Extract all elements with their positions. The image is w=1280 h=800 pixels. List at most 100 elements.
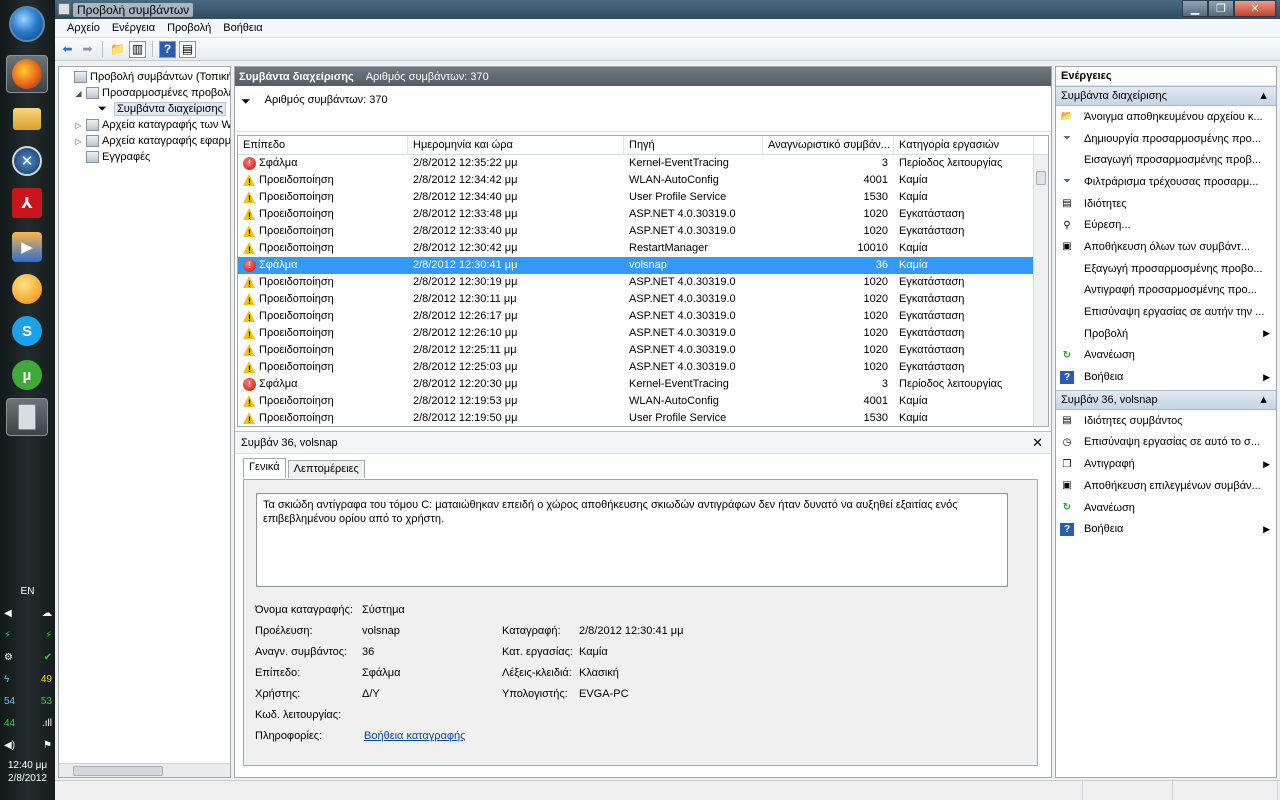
column-level[interactable]: Επίπεδο — [238, 136, 408, 154]
action-item[interactable]: ↻ Ανανέωση — [1056, 345, 1276, 367]
scrollbar-thumb[interactable] — [1036, 171, 1046, 185]
menu-help[interactable]: Βοήθεια — [217, 22, 268, 34]
event-row[interactable]: ! Προειδοποίηση 2/8/2012 12:26:10 μμ ASP.NE… — [238, 325, 1048, 342]
network2-icon[interactable]: ⚡ — [45, 630, 52, 641]
column-source[interactable]: Πηγή — [624, 136, 763, 154]
event-row[interactable]: ! Προειδοποίηση 2/8/2012 12:26:17 μμ ASP.NE… — [238, 308, 1048, 325]
event-row[interactable]: ! Προειδοποίηση 2/8/2012 12:30:11 μμ ASP.NE… — [238, 291, 1048, 308]
clock-date[interactable]: 2/8/2012 — [0, 773, 55, 784]
action-item[interactable]: ◷ Επισύναψη εργασίας σε αυτό το σ... — [1056, 432, 1276, 454]
event-row[interactable]: ! Προειδοποίηση 2/8/2012 12:34:42 μμ WLAN-A… — [238, 172, 1048, 189]
scrollbar-thumb[interactable] — [73, 766, 163, 776]
expand-icon[interactable]: ▷ — [74, 121, 83, 130]
action-item[interactable]: ▣ Αποθήκευση επιλεγμένων συμβάν... — [1056, 475, 1276, 497]
event-row[interactable]: ! Προειδοποίηση 2/8/2012 12:30:19 μμ ASP.NE… — [238, 274, 1048, 291]
up-folder-icon[interactable]: 📁 — [109, 41, 126, 58]
action-item[interactable]: ❐ Αντιγραφή ▶ — [1056, 453, 1276, 475]
explorer-taskbar-button[interactable] — [6, 100, 48, 138]
media-player-taskbar-button[interactable]: ▶ — [6, 228, 48, 266]
network-icon[interactable]: ⚡ — [4, 630, 11, 641]
show-hide-tree-icon[interactable]: ▥ — [129, 40, 146, 58]
action-item[interactable]: 📂 Άνοιγμα αποθηκευμένου αρχείου κ... — [1056, 106, 1276, 128]
steam-icon[interactable]: ⚙ — [4, 652, 13, 663]
action-item[interactable]: ▣ Αποθήκευση όλων των συμβάντ... — [1056, 236, 1276, 258]
event-row[interactable]: ! Προειδοποίηση 2/8/2012 12:34:40 μμ User P… — [238, 189, 1048, 206]
event-row[interactable]: ! Προειδοποίηση 2/8/2012 12:33:48 μμ ASP.NE… — [238, 206, 1048, 223]
restore-button[interactable]: ❐ — [1208, 0, 1234, 17]
tab-general[interactable]: Γενικά — [243, 458, 286, 478]
lightning-icon[interactable]: ϟ — [4, 674, 9, 685]
event-row[interactable]: ! Σφάλμα 2/8/2012 12:30:41 μμ volsnap 36 Καμί… — [238, 257, 1048, 274]
event-row[interactable]: ! Προειδοποίηση 2/8/2012 12:30:42 μμ Restar… — [238, 240, 1048, 257]
action-item[interactable]: Επισύναψη εργασίας σε αυτήν την ... — [1056, 301, 1276, 323]
column-task-category[interactable]: Κατηγορία εργασιών — [894, 136, 1034, 154]
back-icon[interactable]: ⬅ — [59, 41, 76, 58]
tab-details[interactable]: Λεπτομέρειες — [287, 460, 365, 478]
action-item[interactable]: ? Βοήθεια ▶ — [1056, 518, 1276, 540]
event-row[interactable]: ! Σφάλμα 2/8/2012 12:20:30 μμ Kernel-EventT… — [238, 376, 1048, 393]
action-item[interactable]: ↻ Ανανέωση — [1056, 497, 1276, 519]
close-detail-icon[interactable]: ✕ — [1032, 435, 1043, 451]
actions-section-event[interactable]: Συμβάν 36, volsnap ▲ — [1056, 389, 1276, 410]
event-log-help-link[interactable]: Βοήθεια καταγραφής — [364, 730, 465, 742]
action-item[interactable]: Εισαγωγή προσαρμοσμένης προβ... — [1056, 149, 1276, 171]
event-row[interactable]: ! Προειδοποίηση 2/8/2012 12:19:50 μμ User P… — [238, 410, 1048, 426]
action-item[interactable]: Αντιγραφή προσαρμοσμένης προ... — [1056, 280, 1276, 302]
close-button[interactable]: ✕ — [1234, 0, 1276, 17]
action-item[interactable]: Εξαγωγή προσαρμοσμένης προβο... — [1056, 258, 1276, 280]
tree-item[interactable]: ▷ Αρχεία καταγραφής εφαρμογών και υπηρεσι… — [74, 133, 230, 149]
event-row[interactable]: ! Προειδοποίηση 2/8/2012 12:33:40 μμ ASP.NE… — [238, 223, 1048, 240]
language-indicator[interactable]: EN — [0, 586, 55, 597]
grid-vertical-scrollbar[interactable] — [1033, 155, 1048, 426]
column-date[interactable]: Ημερομηνία και ώρα — [408, 136, 624, 154]
event-viewer-taskbar-button[interactable] — [6, 398, 48, 436]
flag-icon[interactable]: ⚑ — [43, 740, 52, 751]
title-bar[interactable]: Προβολή συμβάντων ▁ ❐ ✕ — [55, 0, 1280, 19]
speaker-icon[interactable]: ◀) — [4, 740, 15, 751]
tree-item[interactable]: Προβολή συμβάντων (Τοπική) — [62, 69, 230, 85]
chat-taskbar-button[interactable] — [6, 270, 48, 308]
tree-item[interactable]: Εγγραφές — [74, 149, 150, 165]
collapse-icon[interactable]: ▲ — [1258, 391, 1269, 409]
action-label: Επισύναψη εργασίας σε αυτήν την ... — [1084, 306, 1265, 319]
event-row[interactable]: ! Προειδοποίηση 2/8/2012 12:19:53 μμ WLAN-A… — [238, 393, 1048, 410]
column-event-id[interactable]: Αναγνωριστικό συμβάν... — [763, 136, 894, 154]
tree-item[interactable]: ◢ Προσαρμοσμένες προβολές — [74, 85, 230, 101]
check-icon[interactable]: ✔ — [44, 652, 52, 663]
action-item[interactable]: ⏷ Δημιουργία προσαρμοσμένης προ... — [1056, 128, 1276, 150]
action-item[interactable]: Προβολή ▶ — [1056, 323, 1276, 345]
expand-icon[interactable]: ▷ — [74, 137, 83, 146]
tree-horizontal-scrollbar[interactable] — [59, 763, 230, 777]
volume-icon[interactable]: ◀ — [4, 608, 12, 619]
tree-item[interactable]: ⏷ Συμβάντα διαχείρισης — [86, 101, 226, 117]
utorrent-taskbar-button[interactable]: µ — [6, 356, 48, 394]
action-item[interactable]: ⚲ Εύρεση... — [1056, 214, 1276, 236]
skype-taskbar-button[interactable]: S — [6, 312, 48, 350]
signal-icon[interactable]: .ıll — [42, 718, 52, 729]
cloud-icon[interactable]: ☁ — [42, 608, 52, 619]
action-item[interactable]: ▤ Ιδιότητες — [1056, 193, 1276, 215]
action-item[interactable]: ▤ Ιδιότητες συμβάντος — [1056, 410, 1276, 432]
menu-action[interactable]: Ενέργεια — [106, 22, 161, 34]
collapse-icon[interactable]: ▲ — [1258, 87, 1269, 105]
menu-view[interactable]: Προβολή — [161, 22, 217, 34]
tree-item[interactable]: ▷ Αρχεία καταγραφής των Windows — [74, 117, 230, 133]
forward-icon[interactable]: ➡ — [79, 41, 96, 58]
help-icon[interactable]: ? — [159, 40, 176, 58]
event-row[interactable]: ! Προειδοποίηση 2/8/2012 12:25:03 μμ ASP.NE… — [238, 359, 1048, 376]
show-hide-action-pane-icon[interactable]: ▤ — [179, 40, 196, 58]
actions-section-view[interactable]: Συμβάντα διαχείρισης ▲ — [1056, 86, 1276, 106]
expand-icon[interactable]: ◢ — [74, 89, 83, 98]
event-description[interactable]: Τα σκιώδη αντίγραφα του τόμου C: ματαιώθ… — [256, 493, 1008, 587]
minimize-button[interactable]: ▁ — [1182, 0, 1208, 17]
clock-time[interactable]: 12:40 μμ — [0, 760, 55, 771]
menu-file[interactable]: Αρχείο — [61, 22, 106, 34]
event-row[interactable]: ! Σφάλμα 2/8/2012 12:35:22 μμ Kernel-EventT… — [238, 155, 1048, 172]
acrobat-taskbar-button[interactable]: ⅄ — [6, 184, 48, 222]
action-item[interactable]: ? Βοήθεια ▶ — [1056, 366, 1276, 388]
event-row[interactable]: ! Προειδοποίηση 2/8/2012 12:25:11 μμ ASP.NE… — [238, 342, 1048, 359]
action-item[interactable]: ⏷ Φιλτράρισμα τρέχουσας προσαρμ... — [1056, 171, 1276, 193]
xmedia-taskbar-button[interactable]: ✕ — [6, 142, 48, 180]
start-button[interactable] — [9, 6, 45, 42]
firefox-taskbar-button[interactable] — [6, 55, 48, 93]
